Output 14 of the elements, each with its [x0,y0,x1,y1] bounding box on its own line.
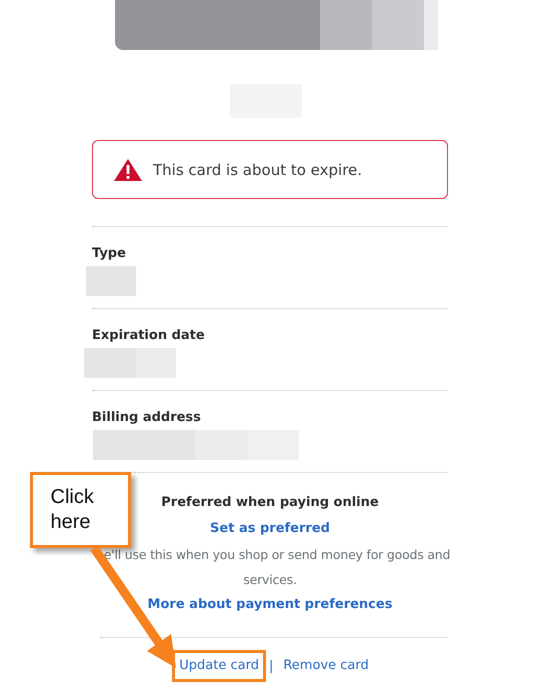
card-action-link[interactable]: Update card [172,650,266,682]
card-action-link[interactable]: Remove card [276,650,376,682]
preference-heading: Preferred when paying online [161,494,379,512]
callout-text: Click here [50,485,95,535]
field-label: Type [92,246,127,262]
payment-preferences-link[interactable]: More about payment preferences [148,596,392,614]
set-preferred-link[interactable]: Set as preferred [210,520,330,538]
blurred-text [86,266,136,296]
separator: | [268,658,274,674]
alert-message: This card is about to expire. [153,160,362,178]
warning-icon [113,158,143,182]
field-label: Billing address [92,410,202,426]
field-label: Expiration date [92,328,206,344]
description-text: e'll use this when you shop or send money for goods and services. [102,546,451,589]
